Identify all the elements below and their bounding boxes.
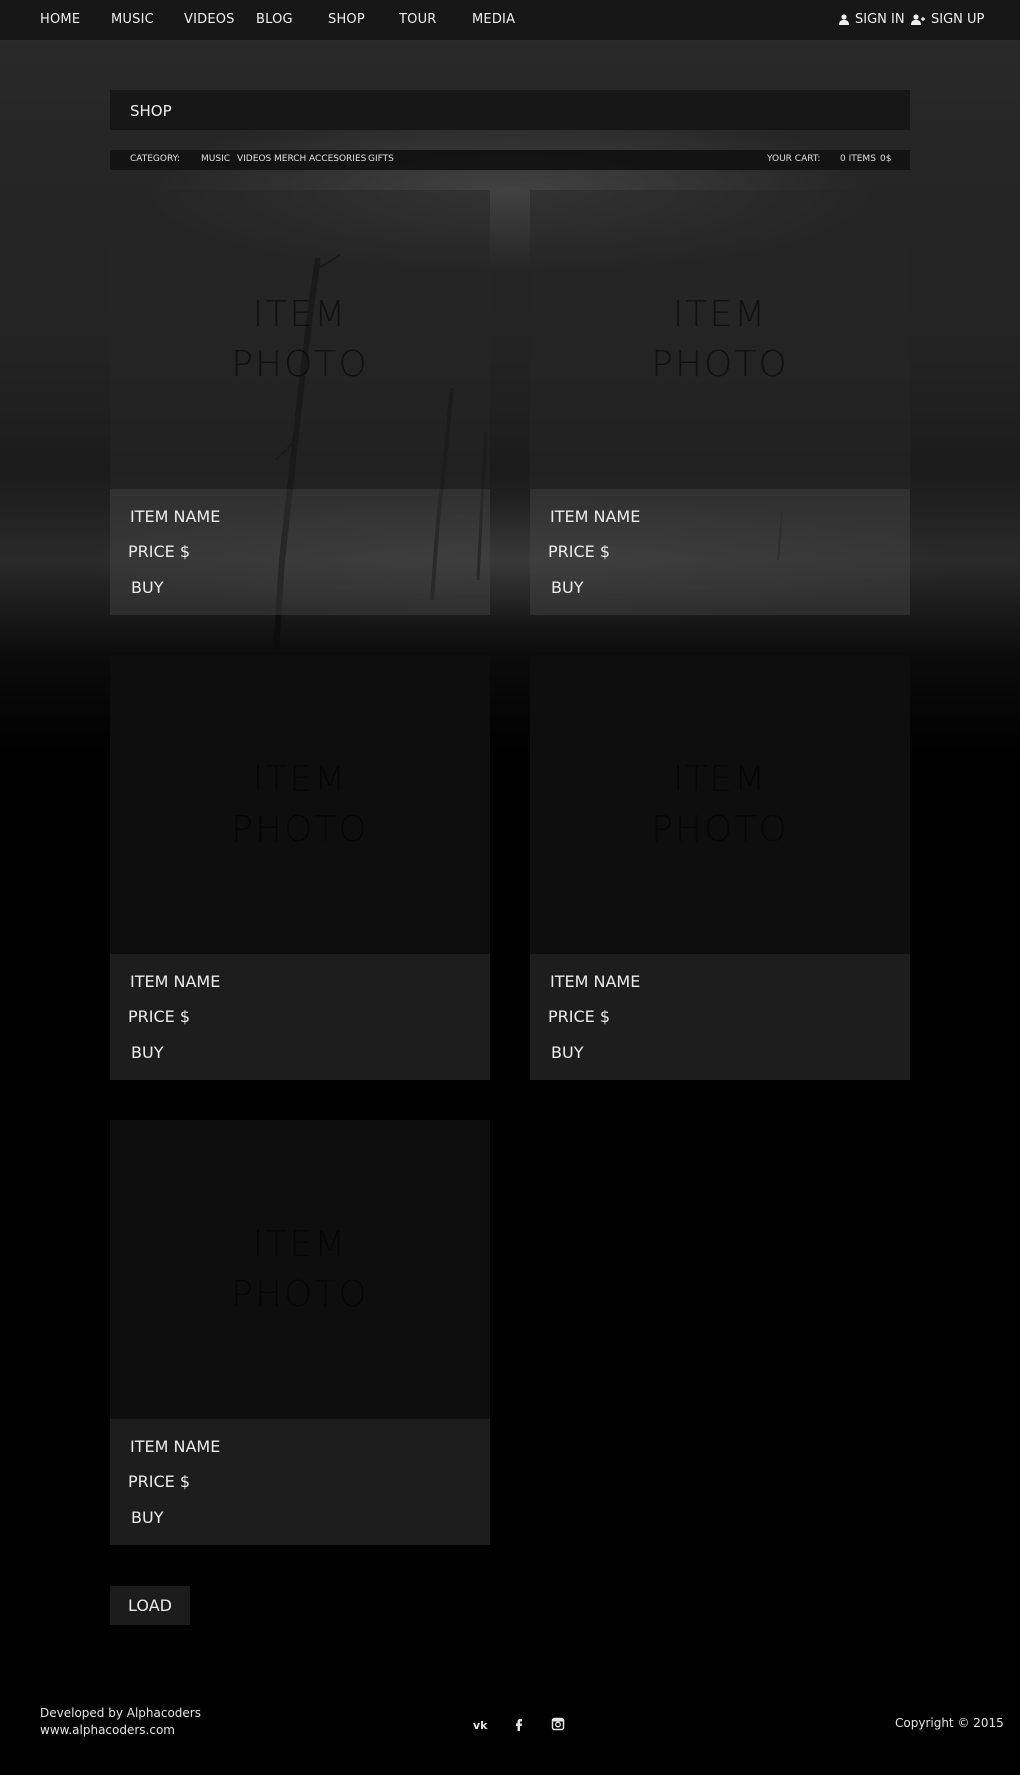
item-info: ITEM NAME PRICE $ BUY — [530, 954, 910, 1080]
sign-up-link[interactable]: SIGN UP — [911, 12, 984, 27]
product-card: ITEM PHOTO ITEM NAME PRICE $ BUY — [530, 655, 910, 1080]
nav-music[interactable]: MUSIC — [111, 12, 154, 27]
item-info: ITEM NAME PRICE $ BUY — [530, 489, 910, 615]
photo-text-line2: PHOTO — [231, 808, 369, 850]
buy-button[interactable]: BUY — [551, 578, 583, 597]
sign-in-link[interactable]: SIGN IN — [839, 12, 905, 27]
photo-text-line1: ITEM — [672, 758, 768, 800]
product-card: ITEM PHOTO ITEM NAME PRICE $ BUY — [530, 190, 910, 615]
nav-media[interactable]: MEDIA — [472, 12, 515, 27]
photo-text-line2: PHOTO — [231, 343, 369, 385]
buy-button[interactable]: BUY — [131, 1508, 163, 1527]
user-icon — [839, 14, 849, 25]
item-info: ITEM NAME PRICE $ BUY — [110, 489, 490, 615]
item-name[interactable]: ITEM NAME — [130, 507, 220, 526]
nav-tour[interactable]: TOUR — [399, 12, 437, 27]
product-card: ITEM PHOTO ITEM NAME PRICE $ BUY — [110, 655, 490, 1080]
photo-text-line1: ITEM — [252, 293, 348, 335]
page-title: SHOP — [130, 102, 172, 120]
nav-shop[interactable]: SHOP — [328, 12, 365, 27]
top-nav: HOME MUSIC VIDEOS BLOG SHOP TOUR MEDIA S… — [0, 0, 1020, 40]
item-info: ITEM NAME PRICE $ BUY — [110, 1419, 490, 1545]
item-name[interactable]: ITEM NAME — [130, 972, 220, 991]
footer-credits: Developed by Alphacoders www.alphacoders… — [40, 1705, 201, 1739]
photo-text-line2: PHOTO — [651, 808, 789, 850]
sign-in-label: SIGN IN — [855, 12, 905, 27]
item-photo[interactable]: ITEM PHOTO — [110, 655, 490, 954]
category-videos[interactable]: VIDEOS — [237, 154, 271, 164]
item-photo[interactable]: ITEM PHOTO — [530, 655, 910, 954]
category-accesories[interactable]: ACCESORIES — [309, 154, 366, 164]
item-name[interactable]: ITEM NAME — [130, 1437, 220, 1456]
photo-text-line2: PHOTO — [651, 343, 789, 385]
developer-credit: Developed by Alphacoders — [40, 1706, 201, 1720]
cart-total: 0$ — [880, 154, 892, 164]
item-price: PRICE $ — [128, 542, 191, 561]
buy-button[interactable]: BUY — [551, 1043, 583, 1062]
website-link[interactable]: www.alphacoders.com — [40, 1722, 201, 1739]
photo-text-line1: ITEM — [672, 293, 768, 335]
category-bar: CATEGORY: MUSIC VIDEOS MERCH ACCESORIES … — [110, 150, 910, 170]
item-name[interactable]: ITEM NAME — [550, 507, 640, 526]
instagram-icon[interactable] — [550, 1716, 566, 1732]
photo-text-line1: ITEM — [252, 1223, 348, 1265]
vk-icon[interactable]: vk — [473, 1716, 489, 1732]
shop-header: SHOP — [110, 90, 910, 130]
item-info: ITEM NAME PRICE $ BUY — [110, 954, 490, 1080]
nav-blog[interactable]: BLOG — [256, 12, 293, 27]
category-music[interactable]: MUSIC — [201, 154, 230, 164]
buy-button[interactable]: BUY — [131, 1043, 163, 1062]
item-price: PRICE $ — [128, 1472, 191, 1491]
product-card: ITEM PHOTO ITEM NAME PRICE $ BUY — [110, 1120, 490, 1545]
product-card: ITEM PHOTO ITEM NAME PRICE $ BUY — [110, 190, 490, 615]
svg-text:vk: vk — [473, 1719, 488, 1732]
item-price: PRICE $ — [548, 1007, 611, 1026]
cart-items: 0 ITEMS — [840, 154, 876, 164]
item-photo[interactable]: ITEM PHOTO — [110, 190, 490, 489]
buy-button[interactable]: BUY — [131, 578, 163, 597]
item-photo[interactable]: ITEM PHOTO — [110, 1120, 490, 1419]
category-gifts[interactable]: GIFTS — [368, 154, 394, 164]
sign-up-label: SIGN UP — [931, 12, 985, 27]
user-plus-icon — [911, 14, 925, 25]
photo-text-line2: PHOTO — [231, 1273, 369, 1315]
nav-home[interactable]: HOME — [40, 12, 80, 27]
facebook-icon[interactable] — [511, 1716, 527, 1732]
cart-label[interactable]: YOUR CART: — [767, 154, 820, 164]
category-label: CATEGORY: — [130, 154, 180, 164]
photo-text-line1: ITEM — [252, 758, 348, 800]
nav-videos[interactable]: VIDEOS — [184, 12, 235, 27]
item-price: PRICE $ — [548, 542, 611, 561]
copyright: Copyright © 2015 — [895, 1716, 1004, 1730]
item-photo[interactable]: ITEM PHOTO — [530, 190, 910, 489]
item-name[interactable]: ITEM NAME — [550, 972, 640, 991]
category-merch[interactable]: MERCH — [274, 154, 306, 164]
load-button[interactable]: LOAD — [110, 1586, 190, 1625]
item-price: PRICE $ — [128, 1007, 191, 1026]
